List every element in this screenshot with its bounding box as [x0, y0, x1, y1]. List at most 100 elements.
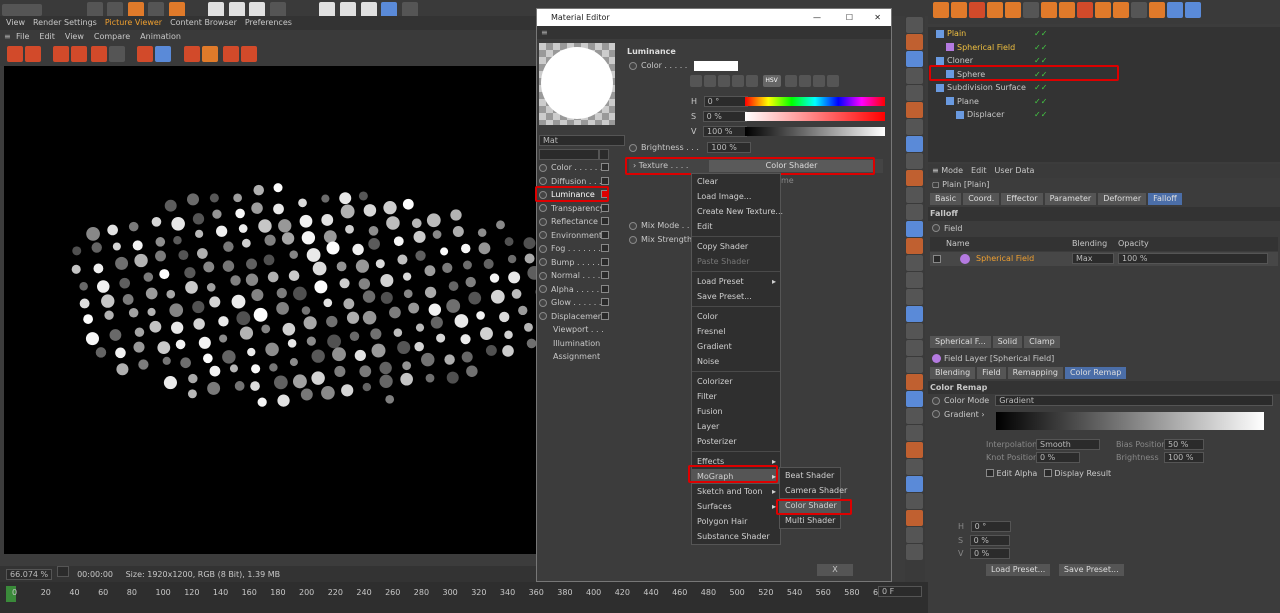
channel-checkbox[interactable]: [601, 176, 609, 185]
channel-item[interactable]: Transparency: [539, 202, 627, 216]
tab-deformer[interactable]: Deformer: [1098, 193, 1147, 205]
color-swatch[interactable]: [693, 60, 738, 71]
viewport-menu-item[interactable]: File: [16, 32, 29, 41]
toolbar-icon[interactable]: [1113, 2, 1129, 18]
field-enabled-checkbox[interactable]: [933, 255, 941, 263]
toolbar-icon[interactable]: [70, 46, 87, 62]
channel-radio[interactable]: [539, 312, 547, 320]
channel-checkbox[interactable]: [601, 163, 609, 171]
channel-radio[interactable]: [539, 177, 547, 185]
toolbar-icon[interactable]: [240, 46, 257, 62]
context-menu-item[interactable]: Substance Shader: [692, 529, 780, 544]
gradient-brightness-field[interactable]: 100 %: [1164, 452, 1204, 463]
context-menu-item[interactable]: Copy Shader: [692, 239, 780, 254]
channel-item[interactable]: Displacement: [539, 310, 627, 324]
channel-item[interactable]: Environment: [539, 229, 627, 243]
tool-icon[interactable]: [906, 119, 923, 135]
channel-checkbox[interactable]: [601, 311, 609, 320]
toolbar-icon[interactable]: [91, 46, 108, 62]
toolbar-icon[interactable]: [136, 46, 153, 62]
channel-radio[interactable]: [539, 217, 547, 226]
toolbar-icon[interactable]: [933, 2, 949, 18]
tool-icon[interactable]: [906, 289, 923, 305]
viewport-tab[interactable]: Picture Viewer: [105, 18, 162, 27]
knot-h-field[interactable]: 0 °: [970, 521, 1011, 532]
viewport-tab[interactable]: Render Settings: [33, 18, 97, 27]
channel-item[interactable]: Viewport . . .: [539, 323, 627, 337]
toolbar-icon[interactable]: [1041, 2, 1057, 18]
viewport-menu-item[interactable]: Compare: [94, 32, 130, 41]
tool-icon[interactable]: [906, 85, 923, 101]
toolbar-icon[interactable]: [1185, 2, 1201, 18]
submenu-item[interactable]: Multi Shader: [780, 513, 840, 528]
editor-menu[interactable]: ≡: [537, 26, 891, 39]
context-menu-item[interactable]: Fusion: [692, 404, 780, 419]
tool-icon[interactable]: [906, 51, 923, 67]
toolbar-icon[interactable]: [1149, 2, 1165, 18]
tool-icon[interactable]: [906, 17, 923, 33]
channel-checkbox[interactable]: [601, 298, 609, 306]
visibility-check-icon[interactable]: ✓✓: [1034, 27, 1047, 41]
s-field[interactable]: 0 %: [702, 111, 747, 122]
preview-options[interactable]: [539, 149, 625, 160]
object-item[interactable]: Plain ✓✓: [928, 27, 1280, 41]
tool-icon[interactable]: [906, 510, 923, 526]
toolbar-icon[interactable]: [951, 2, 967, 18]
tool-icon[interactable]: [906, 272, 923, 288]
context-menu-item[interactable]: Sketch and Toon ▸: [692, 484, 780, 499]
tool-icon[interactable]: [906, 255, 923, 271]
context-menu-item[interactable]: Load Image...: [692, 189, 780, 204]
channel-item[interactable]: Fog . . . . . . .: [539, 242, 627, 256]
tab-blending[interactable]: Blending: [930, 366, 976, 379]
tool-icon[interactable]: [906, 374, 923, 390]
context-menu-item[interactable]: Save Preset...: [692, 289, 780, 304]
channel-item[interactable]: Reflectance: [539, 215, 627, 229]
toolbar-icon[interactable]: [154, 46, 171, 62]
tab-spherical-f-[interactable]: Spherical F...: [930, 336, 991, 348]
tab-field[interactable]: Field: [977, 366, 1006, 379]
tool-icon[interactable]: [906, 306, 923, 322]
color-picker-tools[interactable]: HSV: [689, 73, 889, 87]
channel-radio[interactable]: [539, 271, 547, 280]
hsv-button[interactable]: HSV: [762, 75, 781, 87]
visibility-check-icon[interactable]: ✓✓: [1034, 95, 1047, 109]
tool-icon[interactable]: [906, 442, 923, 458]
h-field[interactable]: 0 °: [703, 96, 748, 107]
channel-item[interactable]: Illumination: [539, 337, 627, 351]
opacity-field[interactable]: 100 %: [1118, 253, 1268, 264]
tab-effector[interactable]: Effector: [1001, 193, 1043, 205]
channel-checkbox[interactable]: [601, 257, 609, 266]
toolbar-icon[interactable]: [1131, 2, 1147, 18]
gradient-bar[interactable]: [996, 411, 1264, 430]
tool-icon[interactable]: [906, 221, 923, 237]
knot-v-field[interactable]: 0 %: [970, 548, 1011, 559]
field-list-row[interactable]: Spherical Field Max 100 %: [930, 252, 1278, 266]
channel-item[interactable]: Bump . . . . . .: [539, 256, 627, 270]
chevron-down-icon[interactable]: [56, 566, 69, 577]
maximize-icon[interactable]: ☐: [846, 9, 853, 26]
toolbar-icon[interactable]: [7, 46, 23, 62]
knot-s-field[interactable]: 0 %: [969, 534, 1010, 546]
channel-checkbox[interactable]: [601, 244, 609, 252]
tab-color-remap[interactable]: Color Remap: [1064, 366, 1127, 379]
tool-icon[interactable]: [906, 459, 923, 475]
tool-icon[interactable]: [906, 408, 923, 424]
tool-icon[interactable]: [906, 34, 923, 50]
toolbar-icon[interactable]: [1167, 2, 1183, 18]
tool-icon[interactable]: [906, 391, 923, 407]
tool-icon[interactable]: [906, 323, 923, 339]
channel-checkbox[interactable]: [601, 271, 609, 279]
minimize-icon[interactable]: —: [813, 9, 821, 26]
channel-radio[interactable]: [539, 163, 547, 172]
context-menu-item[interactable]: Colorizer: [692, 374, 780, 389]
v-field[interactable]: 100 %: [703, 126, 748, 137]
tab-remapping[interactable]: Remapping: [1007, 366, 1063, 379]
tool-icon[interactable]: [906, 340, 923, 356]
channel-radio[interactable]: [539, 204, 547, 212]
context-menu-item[interactable]: Paste Shader: [692, 254, 780, 269]
channel-checkbox[interactable]: [601, 284, 609, 293]
context-menu-item[interactable]: Load Preset ▸: [692, 274, 780, 289]
color-mode-dropdown[interactable]: Gradient: [995, 395, 1274, 406]
load-preset-button[interactable]: Load Preset...: [986, 563, 1051, 576]
tab-coord-[interactable]: Coord.: [963, 193, 1000, 205]
